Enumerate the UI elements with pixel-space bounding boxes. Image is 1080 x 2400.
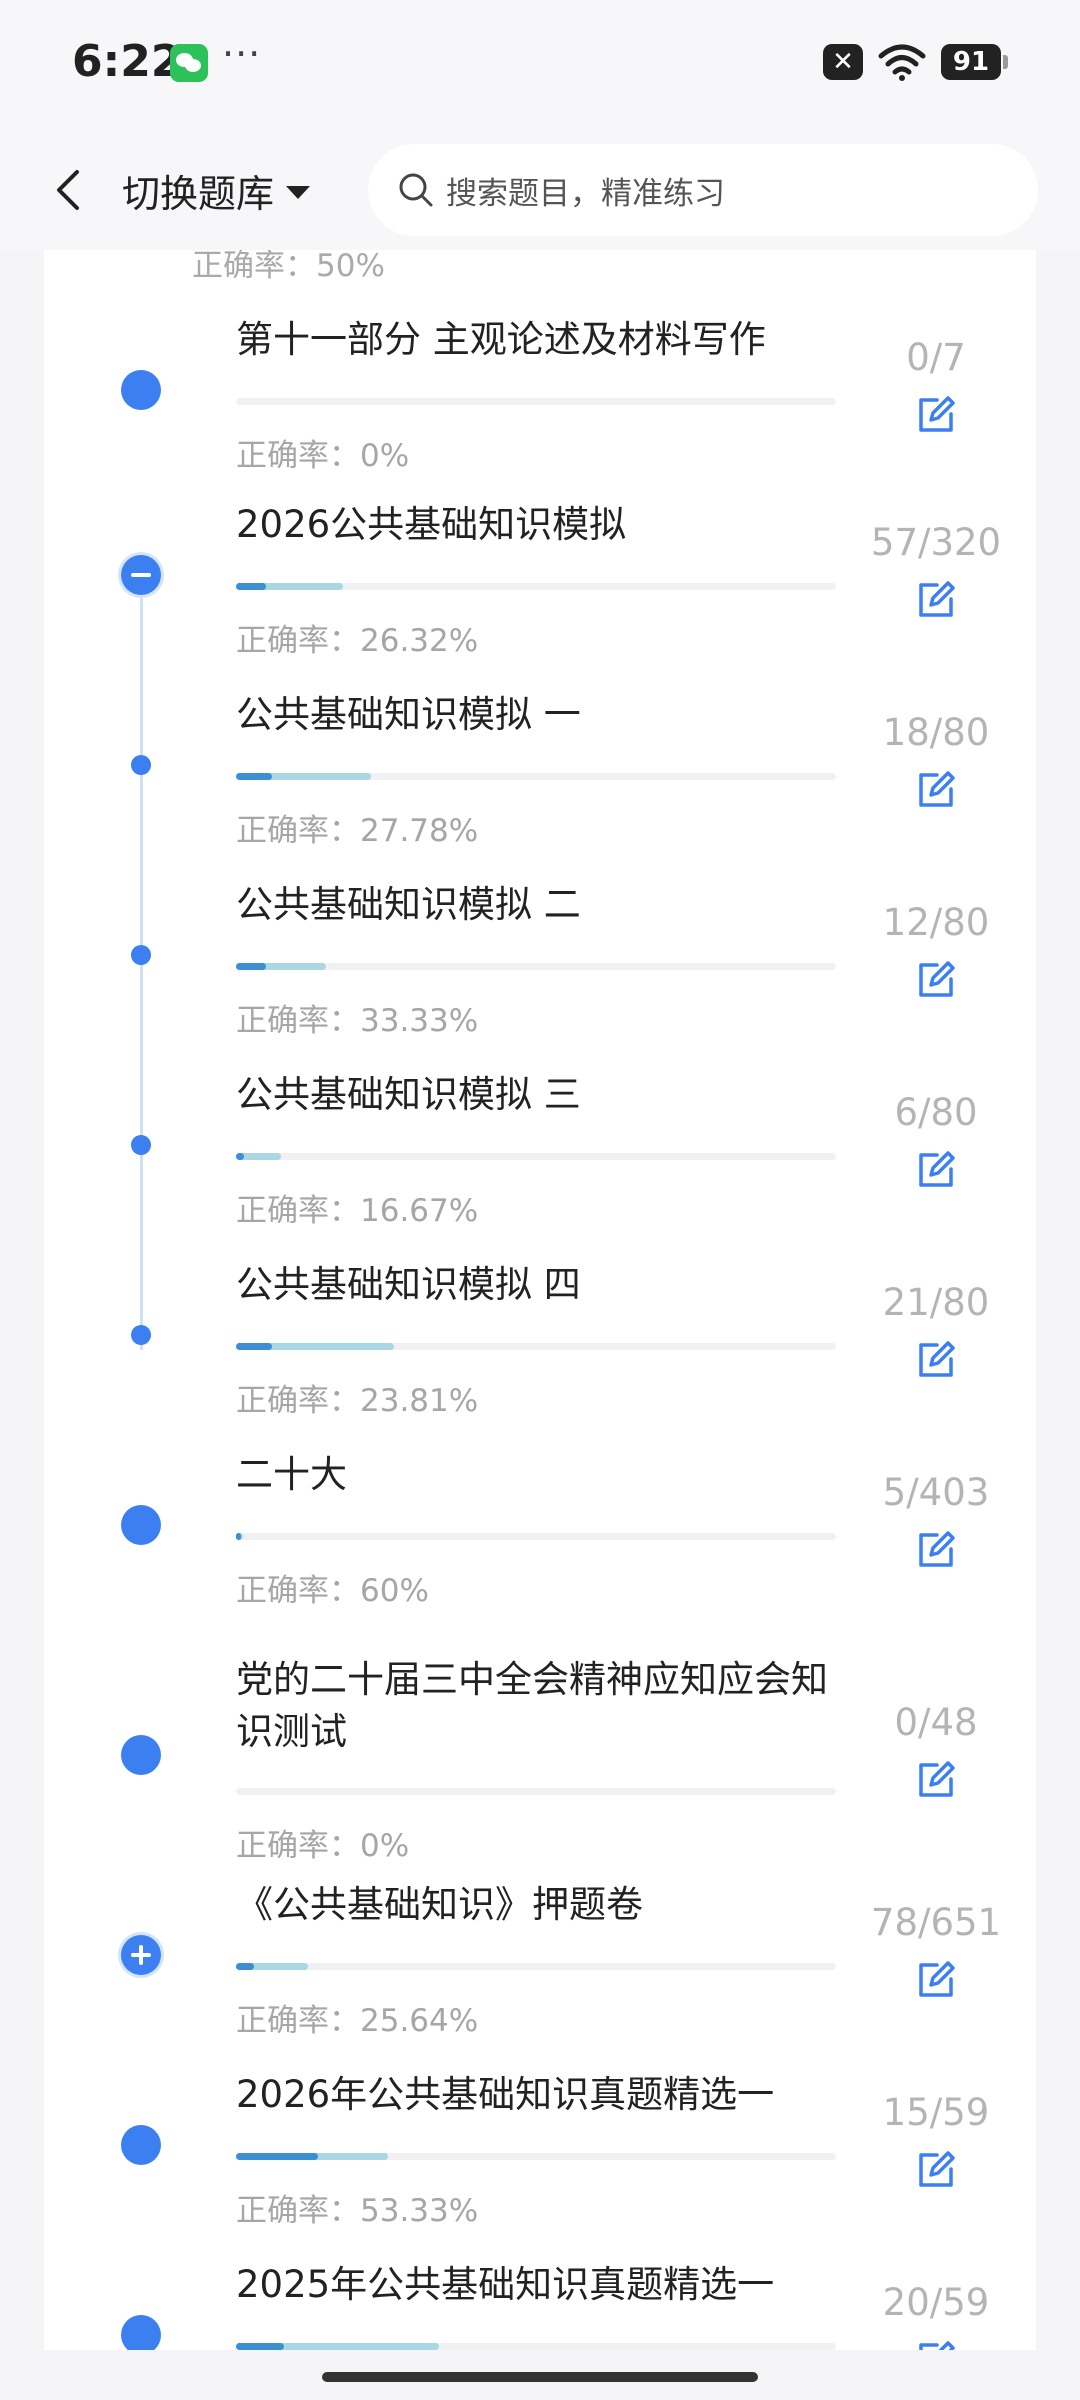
- progress-bar: [236, 963, 836, 970]
- battery-level: 91: [941, 44, 1001, 80]
- timeline-node: [121, 370, 161, 410]
- edit-icon[interactable]: [915, 769, 957, 811]
- item-title: 公共基础知识模拟 二: [236, 883, 581, 926]
- edit-icon[interactable]: [915, 1759, 957, 1801]
- item-title: 党的二十届三中全会精神应知应会知识测试: [236, 1658, 828, 1753]
- item-title: 2026公共基础知识模拟: [236, 503, 627, 546]
- list-item[interactable]: 公共基础知识模拟 二正确率：33.33% 12/80: [0, 883, 1080, 1055]
- item-count: 21/80: [882, 1281, 990, 1324]
- item-accuracy: 正确率：0%: [236, 1828, 410, 1864]
- timeline-node: [121, 1735, 161, 1775]
- item-accuracy: 正确率：23.81%: [236, 1383, 479, 1419]
- progress-bar: [236, 1963, 836, 1970]
- status-time: 6:22: [72, 36, 182, 87]
- progress-bar: [236, 1343, 836, 1350]
- back-icon[interactable]: [40, 162, 96, 218]
- collapse-icon[interactable]: [121, 555, 161, 595]
- timeline-node: [131, 1325, 151, 1345]
- list-item[interactable]: 第十一部分 主观论述及材料写作正确率：0% 0/7: [0, 318, 1080, 490]
- item-accuracy: 正确率：26.32%: [236, 623, 479, 659]
- timeline-node: [121, 1505, 161, 1545]
- item-count: 6/80: [894, 1091, 978, 1134]
- list-item[interactable]: 二十大正确率：60% 5/403: [0, 1453, 1080, 1625]
- switch-question-bank-button[interactable]: 切换题库: [122, 160, 311, 220]
- item-count: 15/59: [882, 2091, 990, 2134]
- item-count: 78/651: [870, 1901, 1002, 1944]
- caret-down-icon: [286, 185, 311, 199]
- item-accuracy: 正确率：16.67%: [236, 1193, 479, 1229]
- wifi-icon: [878, 44, 926, 81]
- progress-bar: [236, 773, 836, 780]
- progress-bar: [236, 398, 836, 405]
- list-item[interactable]: 公共基础知识模拟 三正确率：16.67% 6/80: [0, 1073, 1080, 1245]
- timeline-node: [121, 2125, 161, 2165]
- item-title: 第十一部分 主观论述及材料写作: [236, 318, 766, 361]
- header: 切换题库 搜索题目，精准练习: [0, 130, 1080, 250]
- item-accuracy: 正确率：25.64%: [236, 2003, 479, 2039]
- progress-bar: [236, 1788, 836, 1795]
- edit-icon[interactable]: [915, 579, 957, 621]
- more-dots-icon: ···: [222, 32, 262, 76]
- progress-bar: [236, 2153, 836, 2160]
- list-item[interactable]: 《公共基础知识》押题卷正确率：25.64% 78/651: [0, 1883, 1080, 2055]
- edit-icon[interactable]: [915, 1529, 957, 1571]
- status-bar: 6:22 ··· ✕ 91: [0, 0, 1080, 130]
- item-title: 公共基础知识模拟 三: [236, 1073, 581, 1116]
- item-count: 12/80: [882, 901, 990, 944]
- item-accuracy: 正确率：33.33%: [236, 1003, 479, 1039]
- battery-icon: 91: [941, 44, 1008, 80]
- timeline-node: [131, 945, 151, 965]
- progress-bar: [236, 1533, 836, 1540]
- edit-icon[interactable]: [915, 1149, 957, 1191]
- item-title: 2026年公共基础知识真题精选一: [236, 2073, 775, 2116]
- edit-icon[interactable]: [915, 1339, 957, 1381]
- progress-bar: [236, 583, 836, 590]
- item-count: 0/48: [894, 1701, 978, 1744]
- item-accuracy: 正确率：60%: [236, 1573, 429, 1609]
- list-item[interactable]: 公共基础知识模拟 一正确率：27.78% 18/80: [0, 693, 1080, 865]
- edit-icon[interactable]: [915, 959, 957, 1001]
- item-count: 18/80: [882, 711, 990, 754]
- status-icons: ✕ 91: [823, 40, 1008, 84]
- search-icon: [399, 173, 433, 207]
- item-accuracy: 正确率：27.78%: [236, 813, 479, 849]
- list-item[interactable]: 党的二十届三中全会精神应知应会知识测试正确率：0% 0/48: [0, 1658, 1080, 1875]
- list-item[interactable]: 2026年公共基础知识真题精选一正确率：53.33% 15/59: [0, 2073, 1080, 2245]
- progress-bar: [236, 1153, 836, 1160]
- item-title: 公共基础知识模拟 一: [236, 693, 581, 736]
- item-title: 《公共基础知识》押题卷: [236, 1883, 643, 1926]
- item-accuracy: 正确率：0%: [236, 438, 410, 474]
- item-count: 0/7: [906, 336, 966, 379]
- item-count: 5/403: [882, 1471, 990, 1514]
- edit-icon[interactable]: [915, 2149, 957, 2191]
- expand-icon[interactable]: [121, 1935, 161, 1975]
- progress-bar: [236, 2343, 836, 2350]
- item-title: 公共基础知识模拟 四: [236, 1263, 581, 1306]
- item-title: 2025年公共基础知识真题精选一: [236, 2263, 775, 2306]
- list-item[interactable]: 2026公共基础知识模拟正确率：26.32% 57/320: [0, 503, 1080, 675]
- timeline-node: [131, 1135, 151, 1155]
- timeline-node: [121, 2315, 161, 2355]
- timeline-node: [131, 755, 151, 775]
- list-item[interactable]: 公共基础知识模拟 四正确率：23.81% 21/80: [0, 1263, 1080, 1435]
- edit-icon[interactable]: [915, 1959, 957, 2001]
- search-input[interactable]: 搜索题目，精准练习: [368, 144, 1038, 236]
- item-count: 20/59: [882, 2281, 990, 2324]
- home-indicator: [322, 2372, 758, 2382]
- item-accuracy: 正确率：53.33%: [236, 2193, 479, 2229]
- edit-icon[interactable]: [915, 394, 957, 436]
- sim-off-icon: ✕: [823, 44, 863, 80]
- search-placeholder: 搜索题目，精准练习: [446, 175, 725, 212]
- switch-bank-label: 切换题库: [122, 171, 275, 216]
- wechat-icon: [170, 44, 208, 82]
- item-count: 57/320: [870, 521, 1002, 564]
- item-title: 二十大: [236, 1453, 347, 1496]
